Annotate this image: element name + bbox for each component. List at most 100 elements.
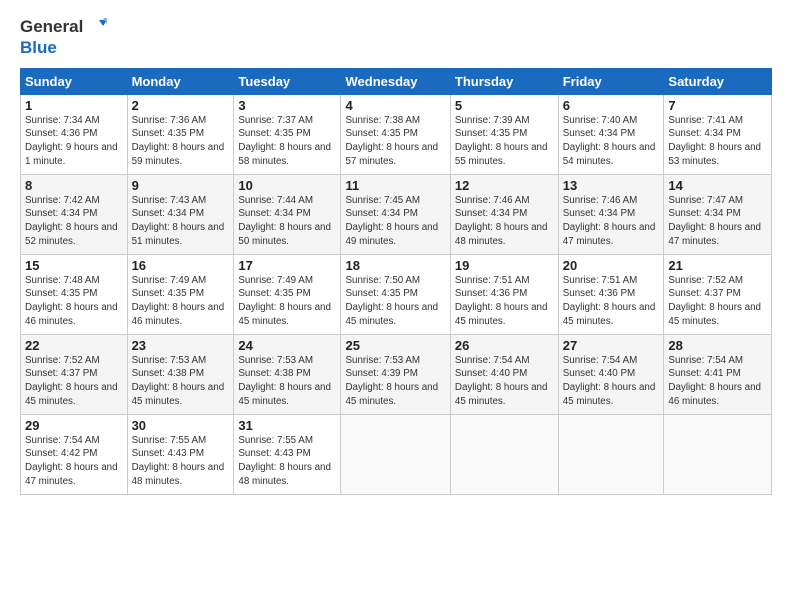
day-number: 30 [132, 418, 230, 433]
week-row-1: 1 Sunrise: 7:34 AMSunset: 4:36 PMDayligh… [21, 94, 772, 174]
day-number: 3 [238, 98, 336, 113]
column-header-friday: Friday [558, 68, 664, 94]
day-info: Sunrise: 7:42 AMSunset: 4:34 PMDaylight:… [25, 195, 118, 247]
calendar-cell: 7 Sunrise: 7:41 AMSunset: 4:34 PMDayligh… [664, 94, 772, 174]
day-info: Sunrise: 7:37 AMSunset: 4:35 PMDaylight:… [238, 115, 331, 167]
day-number: 13 [563, 178, 660, 193]
calendar-cell: 16 Sunrise: 7:49 AMSunset: 4:35 PMDaylig… [127, 254, 234, 334]
calendar-cell: 4 Sunrise: 7:38 AMSunset: 4:35 PMDayligh… [341, 94, 450, 174]
day-number: 12 [455, 178, 554, 193]
calendar-cell [558, 414, 664, 494]
day-info: Sunrise: 7:49 AMSunset: 4:35 PMDaylight:… [238, 275, 331, 327]
day-number: 1 [25, 98, 123, 113]
calendar-cell: 2 Sunrise: 7:36 AMSunset: 4:35 PMDayligh… [127, 94, 234, 174]
column-header-monday: Monday [127, 68, 234, 94]
calendar-cell: 5 Sunrise: 7:39 AMSunset: 4:35 PMDayligh… [450, 94, 558, 174]
page-container: General Blue SundayMondayTuesdayWednesda… [0, 0, 792, 505]
calendar-table: SundayMondayTuesdayWednesdayThursdayFrid… [20, 68, 772, 495]
day-number: 6 [563, 98, 660, 113]
day-number: 23 [132, 338, 230, 353]
day-info: Sunrise: 7:54 AMSunset: 4:42 PMDaylight:… [25, 435, 118, 487]
day-info: Sunrise: 7:46 AMSunset: 4:34 PMDaylight:… [563, 195, 656, 247]
day-info: Sunrise: 7:53 AMSunset: 4:39 PMDaylight:… [345, 355, 438, 407]
day-number: 26 [455, 338, 554, 353]
calendar-cell: 10 Sunrise: 7:44 AMSunset: 4:34 PMDaylig… [234, 174, 341, 254]
day-number: 4 [345, 98, 445, 113]
day-number: 22 [25, 338, 123, 353]
calendar-cell: 29 Sunrise: 7:54 AMSunset: 4:42 PMDaylig… [21, 414, 128, 494]
logo: General Blue [20, 16, 107, 58]
calendar-cell: 24 Sunrise: 7:53 AMSunset: 4:38 PMDaylig… [234, 334, 341, 414]
column-header-tuesday: Tuesday [234, 68, 341, 94]
logo-general: General [20, 17, 83, 37]
calendar-cell: 13 Sunrise: 7:46 AMSunset: 4:34 PMDaylig… [558, 174, 664, 254]
day-info: Sunrise: 7:34 AMSunset: 4:36 PMDaylight:… [25, 115, 118, 167]
day-info: Sunrise: 7:51 AMSunset: 4:36 PMDaylight:… [455, 275, 548, 327]
calendar-cell: 6 Sunrise: 7:40 AMSunset: 4:34 PMDayligh… [558, 94, 664, 174]
day-info: Sunrise: 7:43 AMSunset: 4:34 PMDaylight:… [132, 195, 225, 247]
calendar-cell: 30 Sunrise: 7:55 AMSunset: 4:43 PMDaylig… [127, 414, 234, 494]
day-info: Sunrise: 7:53 AMSunset: 4:38 PMDaylight:… [238, 355, 331, 407]
calendar-cell: 3 Sunrise: 7:37 AMSunset: 4:35 PMDayligh… [234, 94, 341, 174]
day-number: 15 [25, 258, 123, 273]
day-info: Sunrise: 7:54 AMSunset: 4:40 PMDaylight:… [563, 355, 656, 407]
day-info: Sunrise: 7:46 AMSunset: 4:34 PMDaylight:… [455, 195, 548, 247]
calendar-cell: 12 Sunrise: 7:46 AMSunset: 4:34 PMDaylig… [450, 174, 558, 254]
day-info: Sunrise: 7:41 AMSunset: 4:34 PMDaylight:… [668, 115, 761, 167]
day-info: Sunrise: 7:55 AMSunset: 4:43 PMDaylight:… [238, 435, 331, 487]
week-row-5: 29 Sunrise: 7:54 AMSunset: 4:42 PMDaylig… [21, 414, 772, 494]
calendar-cell: 9 Sunrise: 7:43 AMSunset: 4:34 PMDayligh… [127, 174, 234, 254]
calendar-cell: 11 Sunrise: 7:45 AMSunset: 4:34 PMDaylig… [341, 174, 450, 254]
day-number: 31 [238, 418, 336, 433]
day-number: 11 [345, 178, 445, 193]
calendar-cell: 23 Sunrise: 7:53 AMSunset: 4:38 PMDaylig… [127, 334, 234, 414]
header-row: SundayMondayTuesdayWednesdayThursdayFrid… [21, 68, 772, 94]
calendar-cell: 1 Sunrise: 7:34 AMSunset: 4:36 PMDayligh… [21, 94, 128, 174]
logo-bird-icon [85, 16, 107, 38]
calendar-cell: 26 Sunrise: 7:54 AMSunset: 4:40 PMDaylig… [450, 334, 558, 414]
day-number: 25 [345, 338, 445, 353]
calendar-cell: 14 Sunrise: 7:47 AMSunset: 4:34 PMDaylig… [664, 174, 772, 254]
day-number: 7 [668, 98, 767, 113]
column-header-sunday: Sunday [21, 68, 128, 94]
day-info: Sunrise: 7:45 AMSunset: 4:34 PMDaylight:… [345, 195, 438, 247]
day-info: Sunrise: 7:54 AMSunset: 4:40 PMDaylight:… [455, 355, 548, 407]
column-header-saturday: Saturday [664, 68, 772, 94]
day-info: Sunrise: 7:38 AMSunset: 4:35 PMDaylight:… [345, 115, 438, 167]
calendar-cell: 27 Sunrise: 7:54 AMSunset: 4:40 PMDaylig… [558, 334, 664, 414]
day-info: Sunrise: 7:54 AMSunset: 4:41 PMDaylight:… [668, 355, 761, 407]
day-number: 10 [238, 178, 336, 193]
day-info: Sunrise: 7:49 AMSunset: 4:35 PMDaylight:… [132, 275, 225, 327]
column-header-thursday: Thursday [450, 68, 558, 94]
calendar-cell: 22 Sunrise: 7:52 AMSunset: 4:37 PMDaylig… [21, 334, 128, 414]
day-number: 28 [668, 338, 767, 353]
day-info: Sunrise: 7:47 AMSunset: 4:34 PMDaylight:… [668, 195, 761, 247]
calendar-cell: 18 Sunrise: 7:50 AMSunset: 4:35 PMDaylig… [341, 254, 450, 334]
day-info: Sunrise: 7:48 AMSunset: 4:35 PMDaylight:… [25, 275, 118, 327]
day-number: 5 [455, 98, 554, 113]
day-number: 24 [238, 338, 336, 353]
day-number: 20 [563, 258, 660, 273]
day-number: 16 [132, 258, 230, 273]
calendar-cell: 21 Sunrise: 7:52 AMSunset: 4:37 PMDaylig… [664, 254, 772, 334]
calendar-cell: 31 Sunrise: 7:55 AMSunset: 4:43 PMDaylig… [234, 414, 341, 494]
day-number: 27 [563, 338, 660, 353]
day-info: Sunrise: 7:50 AMSunset: 4:35 PMDaylight:… [345, 275, 438, 327]
day-info: Sunrise: 7:40 AMSunset: 4:34 PMDaylight:… [563, 115, 656, 167]
calendar-cell: 28 Sunrise: 7:54 AMSunset: 4:41 PMDaylig… [664, 334, 772, 414]
calendar-cell: 20 Sunrise: 7:51 AMSunset: 4:36 PMDaylig… [558, 254, 664, 334]
calendar-cell: 25 Sunrise: 7:53 AMSunset: 4:39 PMDaylig… [341, 334, 450, 414]
week-row-4: 22 Sunrise: 7:52 AMSunset: 4:37 PMDaylig… [21, 334, 772, 414]
day-info: Sunrise: 7:55 AMSunset: 4:43 PMDaylight:… [132, 435, 225, 487]
week-row-2: 8 Sunrise: 7:42 AMSunset: 4:34 PMDayligh… [21, 174, 772, 254]
day-number: 8 [25, 178, 123, 193]
day-info: Sunrise: 7:44 AMSunset: 4:34 PMDaylight:… [238, 195, 331, 247]
day-number: 19 [455, 258, 554, 273]
day-info: Sunrise: 7:52 AMSunset: 4:37 PMDaylight:… [25, 355, 118, 407]
day-info: Sunrise: 7:39 AMSunset: 4:35 PMDaylight:… [455, 115, 548, 167]
day-number: 2 [132, 98, 230, 113]
day-number: 18 [345, 258, 445, 273]
week-row-3: 15 Sunrise: 7:48 AMSunset: 4:35 PMDaylig… [21, 254, 772, 334]
column-header-wednesday: Wednesday [341, 68, 450, 94]
day-number: 14 [668, 178, 767, 193]
